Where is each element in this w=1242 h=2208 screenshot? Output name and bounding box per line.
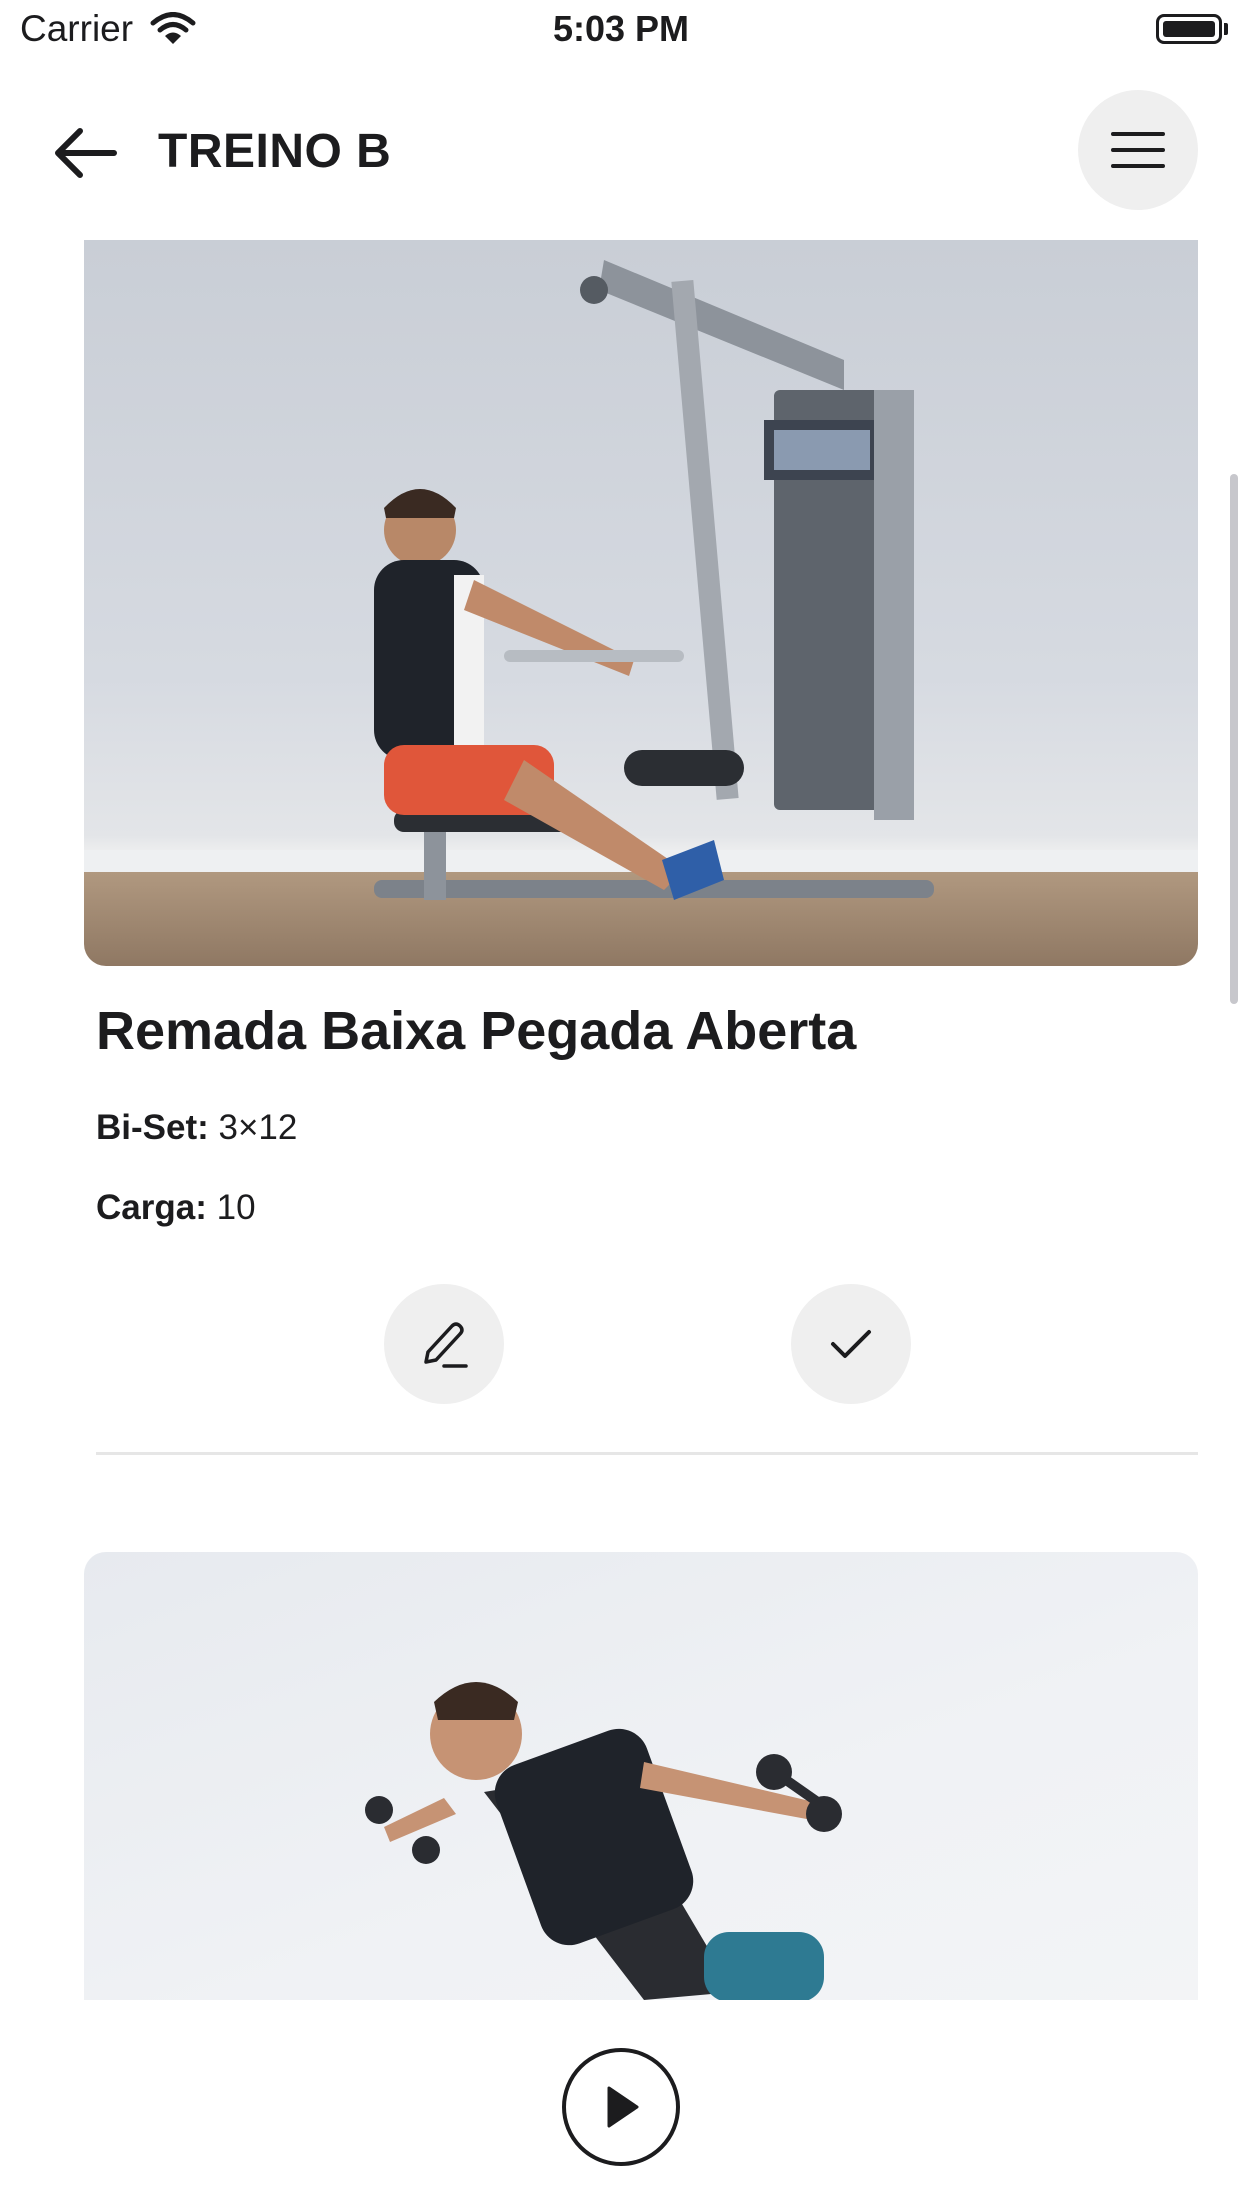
status-time: 5:03 PM xyxy=(552,8,690,49)
load-label: Carga: xyxy=(96,1188,207,1227)
complete-button[interactable] xyxy=(791,1284,911,1404)
back-button[interactable] xyxy=(40,108,130,198)
page-title: TREINO B xyxy=(158,125,392,178)
battery-nub xyxy=(1224,23,1228,35)
set-label: Bi-Set: xyxy=(96,1108,209,1147)
pencil-icon xyxy=(424,1322,468,1368)
divider xyxy=(96,1452,1198,1455)
play-button[interactable] xyxy=(562,2048,680,2166)
load-info: Carga: 10 xyxy=(96,1188,256,1228)
play-icon xyxy=(607,2086,639,2128)
exercise-photo-next xyxy=(84,1552,1198,2000)
exercise-photo xyxy=(84,240,1198,966)
hamburger-menu-icon xyxy=(1111,132,1165,168)
battery-icon xyxy=(1156,14,1222,44)
exercise-name: Remada Baixa Pegada Aberta xyxy=(96,1001,857,1061)
menu-button[interactable] xyxy=(1078,90,1198,210)
load-value: 10 xyxy=(216,1188,256,1227)
scrollbar[interactable] xyxy=(1230,474,1238,1004)
checkmark-icon xyxy=(831,1330,871,1358)
arrow-left-icon xyxy=(55,128,117,178)
edit-button[interactable] xyxy=(384,1284,504,1404)
set-value: 3×12 xyxy=(218,1108,298,1147)
set-info: Bi-Set: 3×12 xyxy=(96,1108,297,1148)
status-bar: Carrier 5:03 PM xyxy=(0,0,1242,62)
